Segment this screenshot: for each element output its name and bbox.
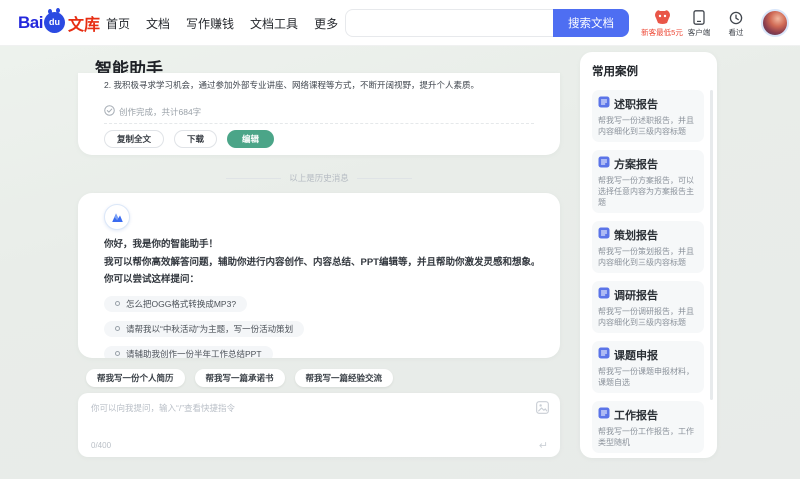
case-title: 策划报告 (614, 230, 658, 242)
completion-status-text: 创作完成，共计684字 (119, 106, 202, 117)
answer-actions: 复制全文 下载 编辑 (104, 130, 534, 148)
assistant-greeting-card: 你好，我是你的智能助手！ 我可以帮你高效解答问题，辅助你进行内容创作、内容总结、… (78, 193, 560, 358)
greeting-line-1: 你好，我是你的智能助手！ (104, 239, 219, 250)
divider-text: 以上是历史消息 (289, 173, 349, 183)
case-title: 方案报告 (614, 159, 658, 171)
case-work-report[interactable]: 工作报告 帮我写一份工作报告，工作类型随机 (592, 401, 704, 453)
nav-home[interactable]: 首页 (106, 15, 130, 32)
suggestion-chip-ppt-summary[interactable]: 请辅助我创作一份半年工作总结PPT (104, 345, 273, 359)
assistant-avatar-icon (104, 204, 130, 230)
case-desc: 帮我写一份述职报告，并且内容细化到三级内容标题 (598, 116, 694, 136)
enter-icon: ↵ (538, 440, 548, 452)
bullet-icon (115, 301, 120, 306)
case-title: 课题申报 (614, 350, 658, 362)
image-upload-icon[interactable] (536, 401, 549, 419)
quick-prompt-commitment[interactable]: 帮我写一篇承诺书 (194, 369, 285, 387)
phone-icon (679, 8, 719, 25)
suggestion-text: 请辅助我创作一份半年工作总结PPT (126, 348, 262, 359)
doc-icon (598, 346, 610, 364)
bullet-icon (115, 326, 120, 331)
case-project-application[interactable]: 课题申报 帮我写一份课题申报材料，课题自选 (592, 341, 704, 393)
check-circle-icon (104, 105, 115, 118)
divider-line (226, 177, 282, 179)
case-research-report[interactable]: 调研报告 帮我写一份调研报告，并且内容细化到三级内容标题 (592, 281, 704, 333)
client-entry[interactable]: 客户端 (679, 8, 719, 38)
suggestion-chip-ogg-mp3[interactable]: 怎么把OGG格式转换成MP3? (104, 295, 248, 312)
composer: 0/400 ↵ (78, 393, 560, 457)
common-cases-sidebar: 常用案例 述职报告 帮我写一份述职报告，并且内容细化到三级内容标题 方案报告 帮… (580, 52, 717, 458)
quick-prompt-resume[interactable]: 帮我写一份个人简历 (86, 369, 185, 387)
case-title: 述职报告 (614, 99, 658, 111)
history-message-card: 2. 我积极寻求学习机会，通过参加外部专业讲座、网络课程等方式，不断开阔视野，提… (78, 73, 560, 155)
doc-icon (598, 95, 610, 113)
greeting-text: 你好，我是你的智能助手！ 我可以帮你高效解答问题，辅助你进行内容创作、内容总结、… (104, 236, 534, 289)
sidebar-title: 常用案例 (592, 66, 638, 78)
bullet-icon (115, 351, 120, 356)
char-counter: 0/400 (91, 441, 112, 450)
doc-icon (598, 155, 610, 173)
search-docs-button[interactable]: 搜索文档 (553, 9, 629, 37)
history-divider: 以上是历史消息 (78, 172, 560, 184)
main-nav: 首页 文档 写作赚钱 文档工具 更多 (106, 0, 338, 46)
clock-icon (718, 8, 754, 25)
baidu-wenku-logo[interactable]: Bai du 文库 (18, 8, 100, 35)
dashed-divider (104, 123, 534, 124)
baidu-paw-icon: du (43, 8, 65, 33)
nav-docs[interactable]: 文档 (146, 15, 170, 32)
divider-line (356, 177, 412, 179)
quick-prompts-row: 帮我写一份个人简历 帮我写一篇承诺书 帮我写一篇经验交流 (86, 369, 394, 387)
greeting-line-3: 你可以尝试这样提问： (104, 274, 200, 285)
suggestion-chip-mid-autumn[interactable]: 请帮我以“中秋活动”为主题，写一份活动策划 (104, 320, 305, 337)
doc-icon (598, 286, 610, 304)
nav-write-earn[interactable]: 写作赚钱 (186, 15, 234, 32)
sidebar-scrollbar[interactable] (710, 90, 713, 400)
baidu-wenku-assistant-page: Bai du 文库 首页 文档 写作赚钱 文档工具 更多 搜索文档 新客最低5元… (0, 0, 800, 479)
logo-wenku-text: 文库 (67, 17, 100, 34)
quick-prompt-experience[interactable]: 帮我写一篇经验交流 (294, 369, 394, 387)
user-avatar[interactable] (761, 9, 789, 37)
case-desc: 帮我写一份策划报告，并且内容细化到三级内容标题 (598, 247, 694, 267)
completion-status: 创作完成，共计684字 (104, 105, 534, 118)
nav-doc-tools[interactable]: 文档工具 (250, 15, 298, 32)
viewed-label: 看过 (728, 28, 744, 37)
case-desc: 帮我写一份工作报告，工作类型随机 (598, 427, 694, 447)
doc-icon (598, 226, 610, 244)
case-desc: 帮我写一份课题申报材料，课题自选 (598, 367, 694, 387)
doc-icon (598, 406, 610, 424)
question-input[interactable] (78, 393, 560, 429)
case-plan-report[interactable]: 方案报告 帮我写一份方案报告，可以选择任意内容为方案报告主题 (592, 150, 704, 213)
case-desc: 帮我写一份调研报告，并且内容细化到三级内容标题 (598, 307, 694, 327)
suggestion-chips: 怎么把OGG格式转换成MP3? 请帮我以“中秋活动”为主题，写一份活动策划 请辅… (104, 295, 534, 359)
case-planning-report[interactable]: 策划报告 帮我写一份策划报告，并且内容细化到三级内容标题 (592, 221, 704, 273)
suggestion-text: 请帮我以“中秋活动”为主题，写一份活动策划 (126, 323, 294, 334)
logo-bai-text: Bai (18, 13, 43, 32)
viewed-entry[interactable]: 看过 (718, 8, 754, 38)
case-debriefing-report[interactable]: 述职报告 帮我写一份述职报告，并且内容细化到三级内容标题 (592, 90, 704, 142)
suggestion-text: 怎么把OGG格式转换成MP3? (126, 298, 237, 309)
copy-all-button[interactable]: 复制全文 (104, 130, 165, 148)
case-title: 工作报告 (614, 410, 658, 422)
greeting-line-2: 我可以帮你高效解答问题，辅助你进行内容创作、内容总结、PPT编辑等，并且帮助你激… (104, 256, 534, 268)
nav-more[interactable]: 更多 (314, 15, 338, 32)
search-input[interactable] (345, 9, 553, 37)
download-button[interactable]: 下载 (174, 130, 218, 148)
truncated-answer-text: 2. 我积极寻求学习机会，通过参加外部专业讲座、网络课程等方式，不断开阔视野，提… (104, 80, 479, 90)
case-desc: 帮我写一份方案报告，可以选择任意内容为方案报告主题 (598, 176, 694, 207)
top-header: Bai du 文库 首页 文档 写作赚钱 文档工具 更多 搜索文档 新客最低5元… (0, 0, 800, 46)
case-title: 调研报告 (614, 290, 658, 302)
doc-search-bar: 搜索文档 (345, 9, 629, 37)
edit-button[interactable]: 编辑 (227, 130, 275, 148)
client-label: 客户端 (687, 28, 711, 37)
